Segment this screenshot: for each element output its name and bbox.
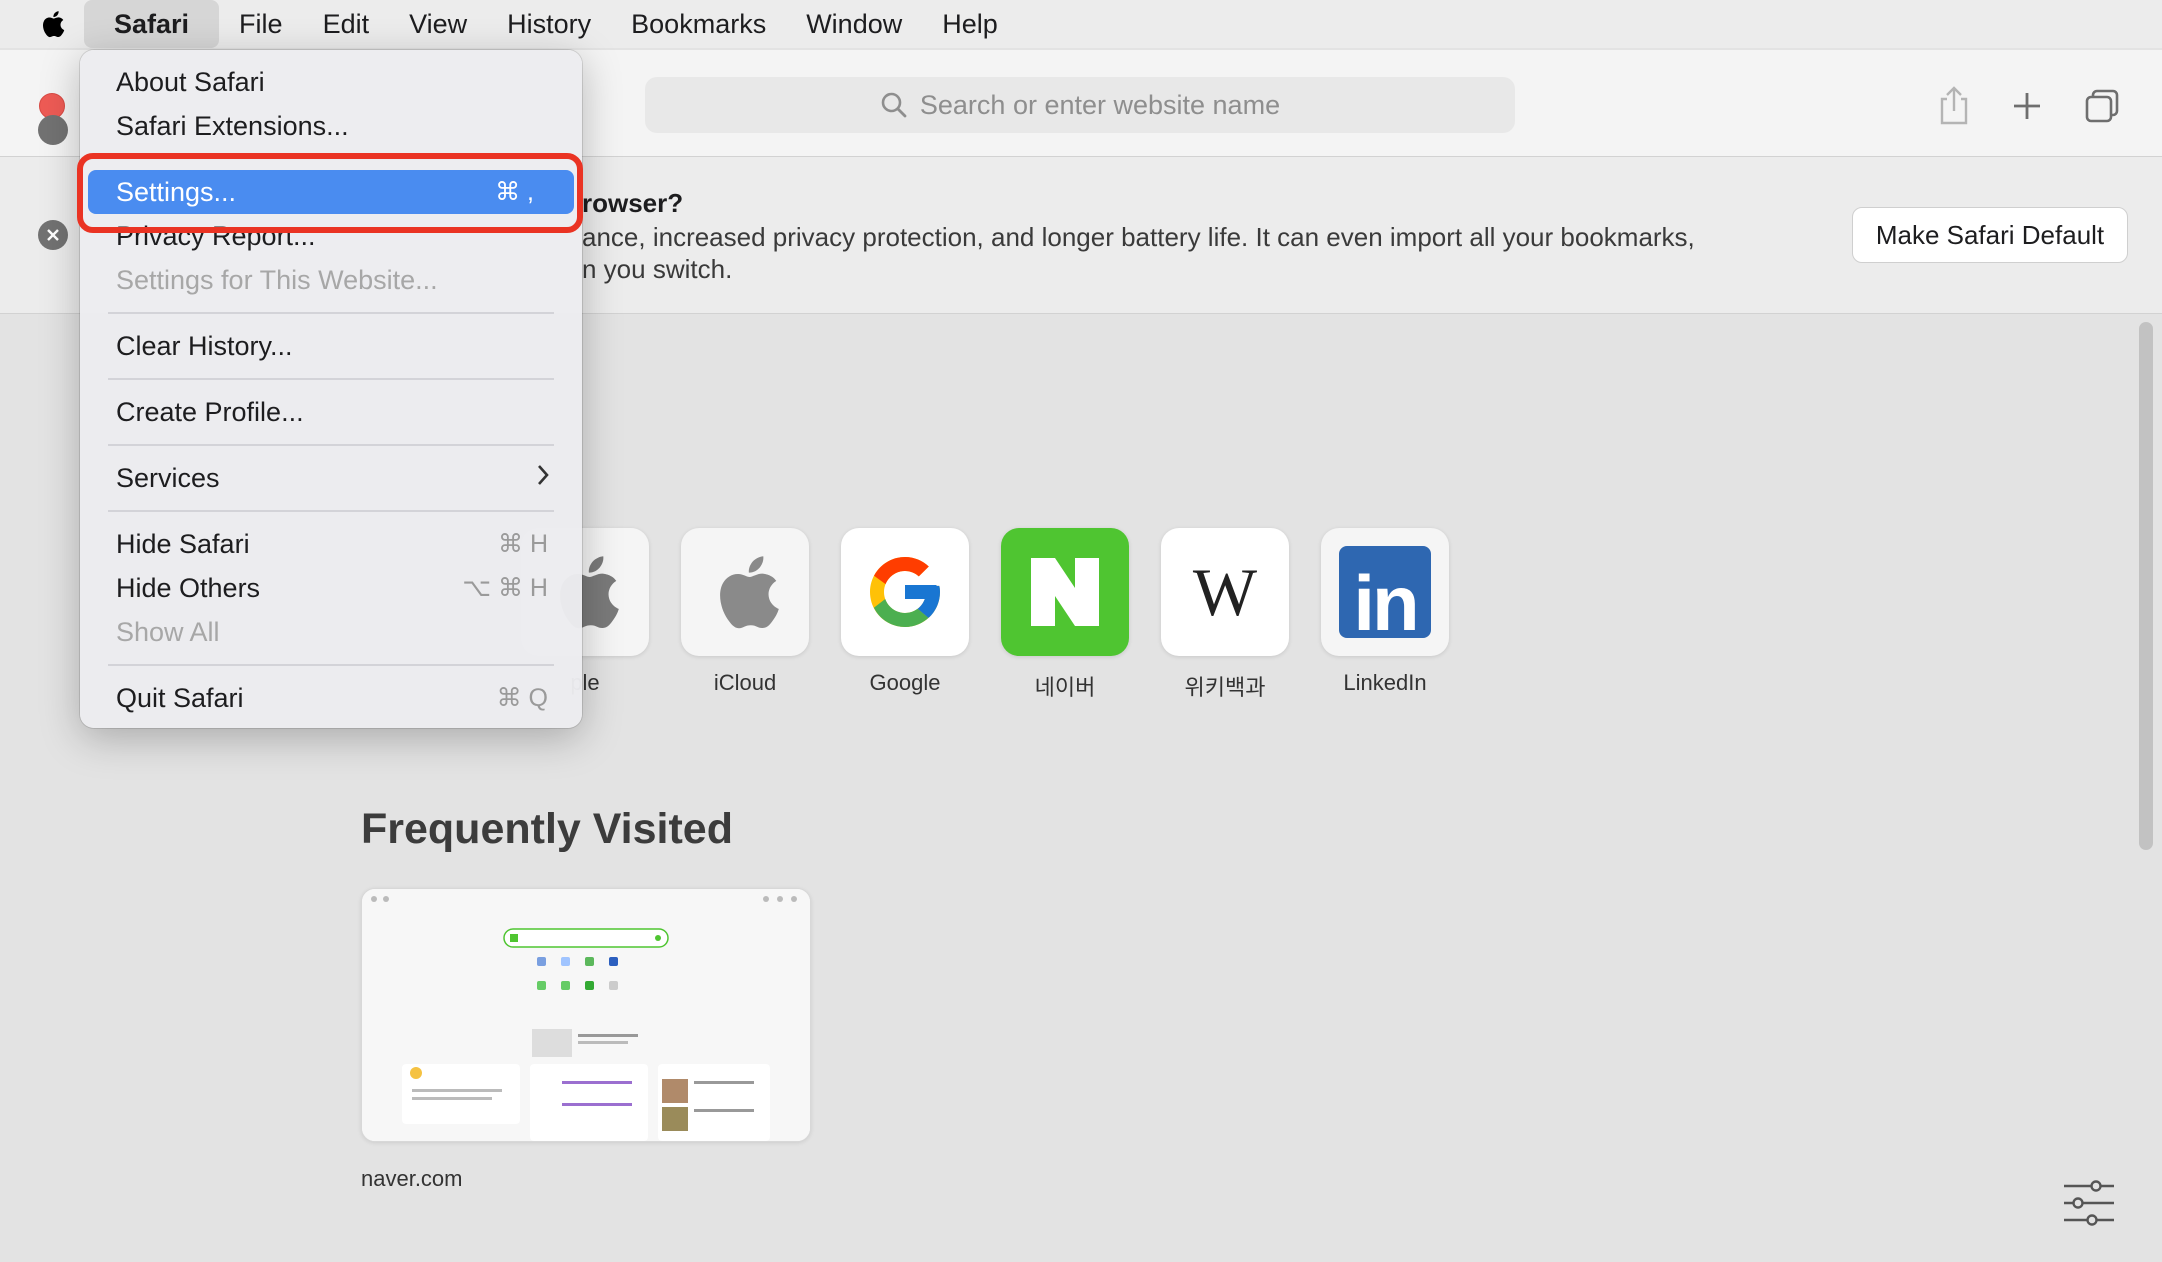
banner-line-1: ance, increased privacy protection, and … (582, 222, 1695, 252)
menu-bar: Safari File Edit View History Bookmarks … (0, 0, 2162, 48)
menu-item-about-safari[interactable]: About Safari (88, 60, 574, 104)
menu-item-label: Services (116, 463, 220, 493)
customize-start-page-icon[interactable] (2062, 1180, 2116, 1226)
menu-help[interactable]: Help (922, 0, 1018, 48)
frequently-visited-title: Frequently Visited (361, 805, 733, 853)
menu-item-hide-safari[interactable]: Hide Safari ⌘ H (88, 522, 574, 566)
menu-separator (108, 510, 554, 512)
apple-menu-icon[interactable] (24, 0, 80, 48)
tab-overview-icon[interactable] (2078, 82, 2126, 130)
apple-logo-icon (681, 528, 809, 656)
search-placeholder: Search or enter website name (919, 89, 1281, 120)
menu-edit[interactable]: Edit (303, 0, 390, 48)
menu-separator (108, 312, 554, 314)
banner-line-2: n you switch. (582, 254, 733, 284)
menu-item-label: Clear History... (116, 331, 293, 361)
linkedin-logo-icon: in (1321, 528, 1449, 656)
favorite-icloud[interactable]: iCloud (681, 528, 809, 695)
menu-item-label: Create Profile... (116, 397, 304, 427)
menu-history[interactable]: History (487, 0, 611, 48)
menu-item-label: Hide Safari (116, 529, 250, 559)
menu-separator (108, 664, 554, 666)
banner-close-icon[interactable] (38, 220, 68, 250)
menu-bookmarks[interactable]: Bookmarks (611, 0, 786, 48)
banner-title: rowser? (582, 188, 684, 218)
menu-item-safari-extensions[interactable]: Safari Extensions... (88, 104, 574, 148)
menu-separator (108, 444, 554, 446)
safari-menu-dropdown: About Safari Safari Extensions... Settin… (80, 50, 582, 728)
menu-item-clear-history[interactable]: Clear History... (88, 324, 574, 368)
chevron-right-icon (536, 457, 550, 501)
menu-item-label: Safari Extensions... (116, 111, 349, 141)
banner-close-button[interactable] (38, 115, 68, 145)
menu-safari[interactable]: Safari (84, 0, 220, 48)
menu-window[interactable]: Window (786, 0, 922, 48)
menu-file[interactable]: File (219, 0, 303, 48)
vertical-scrollbar[interactable] (2139, 322, 2153, 850)
favorite-linkedin[interactable]: in LinkedIn (1321, 528, 1449, 695)
menu-item-shortcut: ⌘ Q (496, 684, 548, 712)
menu-item-shortcut: ⌘ H (498, 530, 548, 558)
make-safari-default-button[interactable]: Make Safari Default (1852, 207, 2128, 263)
favorite-label: LinkedIn (1343, 670, 1427, 695)
search-icon (880, 91, 908, 119)
menu-item-hide-others[interactable]: Hide Others ⌥ ⌘ H (88, 566, 574, 610)
menu-item-settings-for-website: Settings for This Website... (88, 258, 574, 302)
menu-item-shortcut: ⌥ ⌘ H (462, 574, 548, 602)
google-logo-icon (841, 528, 969, 656)
banner-body: ance, increased privacy protection, and … (582, 221, 1822, 285)
menu-item-label: Settings for This Website... (116, 265, 438, 295)
menu-item-label: Show All (116, 617, 220, 647)
menu-item-label: Quit Safari (116, 683, 244, 713)
frequently-visited-label: naver.com (361, 1166, 463, 1191)
search-field[interactable]: Search or enter website name (645, 77, 1515, 133)
menu-item-label: Hide Others (116, 573, 261, 603)
menu-view[interactable]: View (389, 0, 487, 48)
frequently-visited-thumbnail[interactable] (361, 888, 811, 1142)
annotation-highlight-box (77, 153, 583, 233)
favorite-naver[interactable]: 네이버 (1001, 528, 1129, 700)
wikipedia-logo-icon: W (1161, 528, 1289, 656)
menu-item-create-profile[interactable]: Create Profile... (88, 390, 574, 434)
favorite-google[interactable]: Google (841, 528, 969, 695)
new-tab-icon[interactable] (2003, 82, 2051, 130)
naver-page-preview (362, 889, 810, 1141)
menu-item-services[interactable]: Services (88, 456, 574, 500)
menu-separator (108, 378, 554, 380)
favorite-wikipedia[interactable]: W 위키백과 (1161, 528, 1289, 700)
menu-item-quit-safari[interactable]: Quit Safari ⌘ Q (88, 676, 574, 720)
menu-item-show-all: Show All (88, 610, 574, 654)
naver-logo-icon (1001, 528, 1129, 656)
menu-item-label: About Safari (116, 67, 265, 97)
share-icon[interactable] (1930, 82, 1978, 130)
